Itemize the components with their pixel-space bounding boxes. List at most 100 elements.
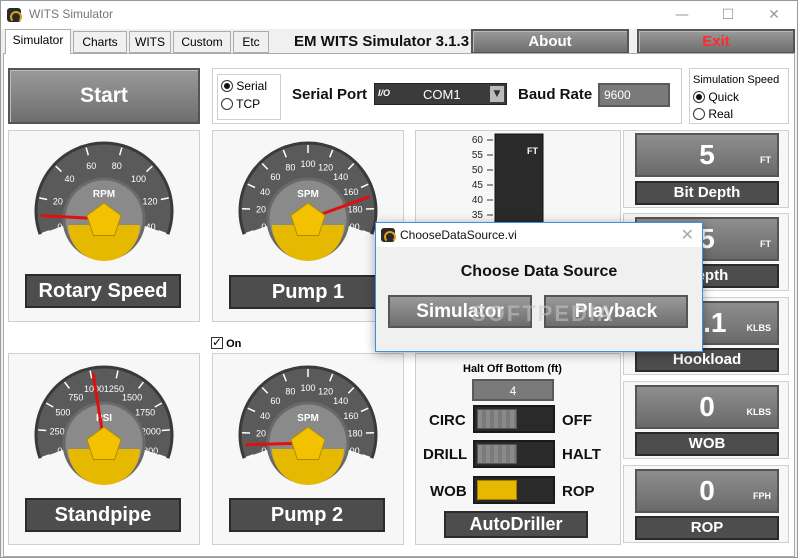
dialog-close-icon[interactable]: ✕ — [681, 225, 694, 244]
minimize-button[interactable]: — — [659, 1, 705, 29]
simulation-speed-label: Simulation Speed — [693, 74, 780, 86]
tcp-radio-dot — [221, 98, 233, 110]
depth-tick-label: 35 — [472, 210, 484, 221]
serial-radio-dot — [221, 80, 233, 92]
depth-unit: FT — [760, 239, 771, 249]
maximize-button[interactable]: ☐ — [705, 1, 751, 29]
wob-rop-toggle[interactable] — [473, 476, 555, 504]
gauge-tick-label: 80 — [285, 162, 295, 172]
bit-depth-value: 5 — [699, 139, 715, 170]
depth-tick-label: 50 — [472, 165, 484, 176]
tab-etc[interactable]: Etc — [233, 31, 269, 53]
wob-toggle-label: WOB — [430, 483, 467, 500]
pump2-on-label: On — [226, 338, 242, 350]
gauge-tick-label: 180 — [347, 204, 362, 214]
gauge-tick-label: 0 — [57, 446, 62, 456]
gauge-tick-label: 40 — [65, 174, 75, 184]
quick-radio-label: Quick — [708, 90, 740, 104]
window-title: WITS Simulator — [29, 7, 114, 21]
tab-wits[interactable]: WITS — [129, 31, 171, 53]
gauge-tick-label: 20 — [53, 197, 63, 207]
toggle-knob — [477, 409, 517, 429]
gauge-tick-label: 1250 — [104, 384, 124, 394]
circ-off-toggle[interactable] — [473, 405, 555, 433]
tcp-radio-label: TCP — [236, 97, 261, 111]
autodriller-title: AutoDriller — [444, 511, 588, 538]
depth-unit-label: FT — [527, 146, 538, 156]
serial-port-value: COM1 — [423, 87, 461, 102]
title-bar: WITS Simulator — ☐ ✕ — [1, 1, 797, 29]
standpipe-gauge: 02505007501000 12501500175020002200PSI — [34, 365, 174, 485]
baud-rate-input[interactable]: 9600 — [598, 83, 670, 107]
dialog-title: ChooseDataSource.vi — [400, 228, 517, 242]
simulator-button[interactable]: Simulator — [388, 295, 532, 328]
rotary-speed-title: Rotary Speed — [25, 274, 181, 308]
about-button[interactable]: About — [471, 29, 629, 54]
wob-label: WOB — [635, 432, 779, 456]
playback-button[interactable]: Playback — [544, 295, 688, 328]
tab-charts[interactable]: Charts — [73, 31, 127, 53]
depth-tick-label: 60 — [472, 135, 484, 146]
bit-depth-unit: FT — [760, 155, 771, 165]
pump2-on-checkbox[interactable]: On — [211, 335, 242, 350]
gauge-tick-label: 20 — [256, 428, 266, 438]
real-radio-label: Real — [708, 107, 734, 121]
gauge-tick-label: 140 — [333, 172, 348, 182]
wob-display: 0 KLBS — [635, 385, 779, 429]
rop-label: ROP — [635, 516, 779, 540]
tab-custom[interactable]: Custom — [173, 31, 231, 53]
bit-depth-label: Bit Depth — [635, 181, 779, 205]
toggle-knob — [477, 480, 517, 500]
depth-tick-label: 40 — [472, 195, 484, 206]
serial-radio-label: Serial — [236, 79, 268, 93]
gauge-tick-label: 0 — [261, 222, 266, 232]
rotary-gauge: 0204060 80100120140RPM — [34, 141, 174, 261]
gauge-tick-label: 100 — [300, 383, 315, 393]
halt-label: HALT — [562, 446, 601, 463]
app-window: WITS Simulator — ☐ ✕ Simulator Charts WI… — [0, 0, 798, 558]
start-button[interactable]: Start — [8, 68, 200, 124]
halt-off-bottom-input[interactable]: 4 — [472, 379, 554, 401]
gauge-tick-label: 60 — [86, 161, 96, 171]
toggle-knob — [477, 444, 517, 464]
app-icon — [7, 8, 22, 23]
tab-simulator[interactable]: Simulator — [5, 29, 71, 54]
dialog-title-bar: ChooseDataSource.vi ✕ — [376, 223, 702, 247]
exit-button[interactable]: Exit — [637, 29, 795, 54]
checkbox-check-icon — [211, 335, 223, 349]
depth-scale: FT60555045403530 — [472, 133, 544, 232]
pump1-title: Pump 1 — [229, 275, 387, 309]
chevron-down-icon[interactable]: ▼ — [490, 86, 504, 102]
depth-tick-label: 55 — [472, 150, 484, 161]
off-label: OFF — [562, 412, 592, 429]
gauge-tick-label: 140 — [333, 396, 348, 406]
gauge-tick-label: 160 — [343, 411, 358, 421]
gauge-tick-label: 160 — [343, 187, 358, 197]
gauge-unit-label: RPM — [93, 189, 115, 200]
gauge-tick-label: 120 — [318, 162, 333, 172]
real-radio[interactable]: Real — [693, 107, 733, 121]
real-radio-dot — [693, 108, 705, 120]
tcp-radio[interactable]: TCP — [221, 97, 260, 111]
serial-radio[interactable]: Serial — [221, 79, 267, 93]
quick-radio-dot — [693, 91, 705, 103]
gauge-tick-label: 1750 — [135, 407, 155, 417]
halt-off-bottom-label: Halt Off Bottom (ft) — [463, 363, 562, 375]
close-button[interactable]: ✕ — [751, 1, 797, 29]
bit-depth-display: 5 FT — [635, 133, 779, 177]
gauge-tick-label: 40 — [260, 411, 270, 421]
baud-rate-label: Baud Rate — [518, 86, 593, 103]
dialog-app-icon — [381, 228, 396, 243]
drill-halt-toggle[interactable] — [473, 440, 555, 468]
pump2-title: Pump 2 — [229, 498, 385, 532]
gauge-unit-label: SPM — [297, 189, 319, 200]
drill-label: DRILL — [423, 446, 468, 463]
quick-radio[interactable]: Quick — [693, 90, 739, 104]
rop-display: 0 FPH — [635, 469, 779, 513]
gauge-tick-label: 500 — [55, 407, 70, 417]
circ-label: CIRC — [429, 412, 466, 429]
dialog-heading: Choose Data Source — [460, 263, 618, 280]
gauge-tick-label: 120 — [318, 386, 333, 396]
serial-port-select[interactable]: I/O COM1 ▼ — [374, 83, 507, 105]
gauge-tick-label: 250 — [50, 426, 65, 436]
